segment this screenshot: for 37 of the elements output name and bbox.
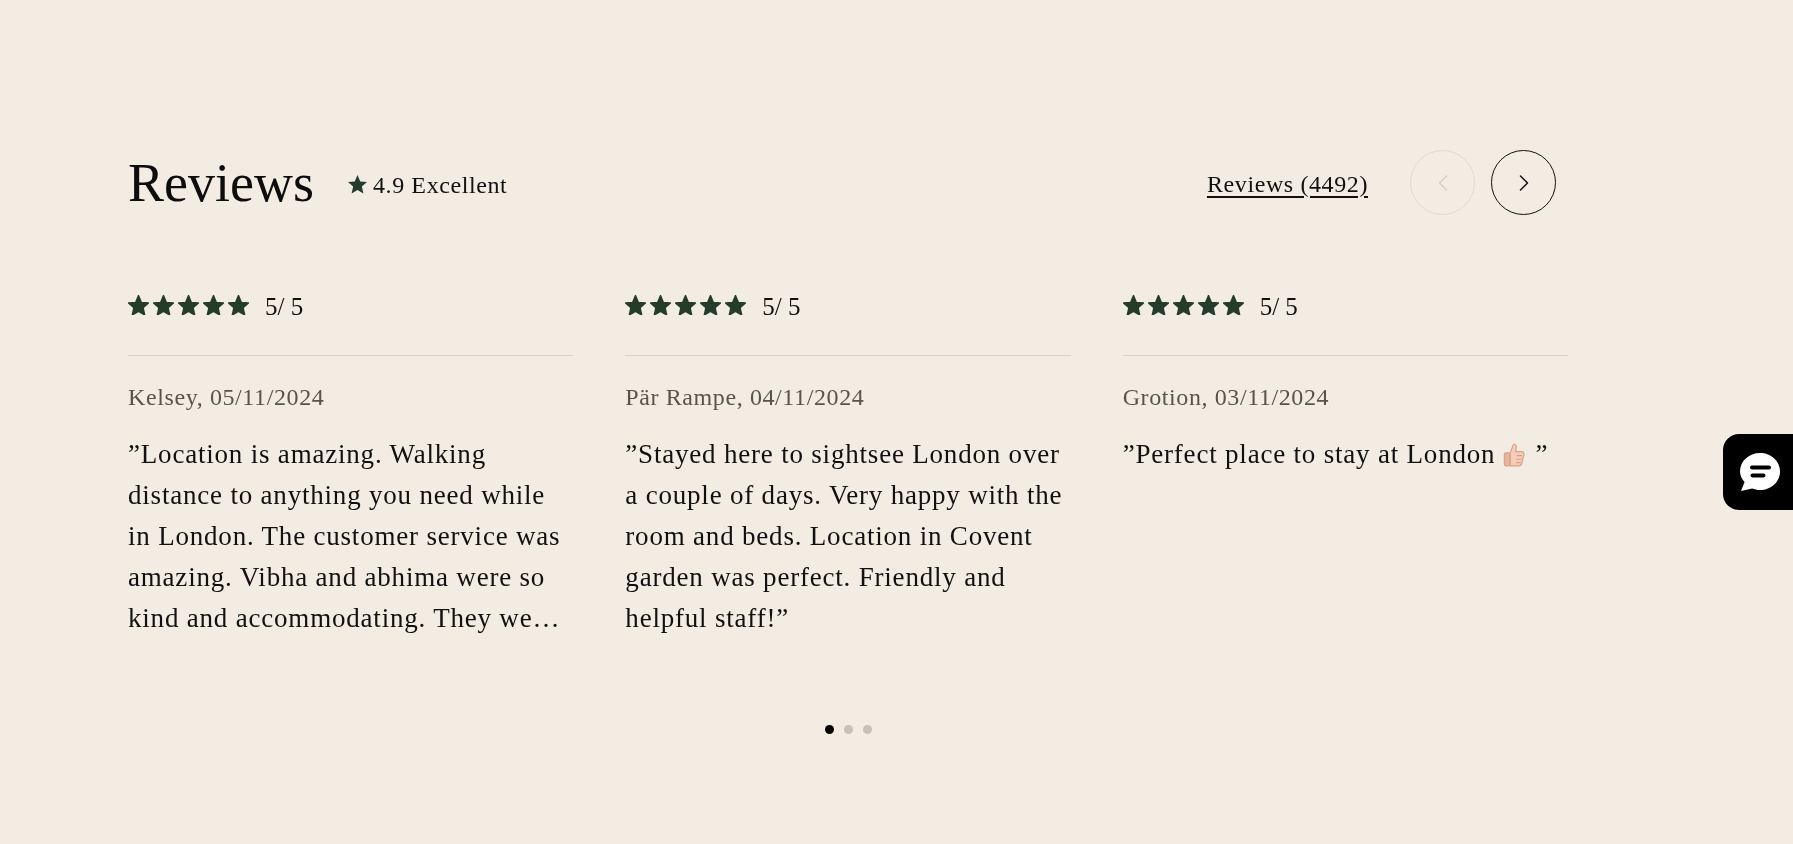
review-text: ”Location is amazing. Walking distance to anything you need while in London. The customer service was amazing. Vibha and abhima were so kind and accommodating. They we… <box>128 439 561 633</box>
star-icon <box>725 294 747 316</box>
star-icon <box>347 175 367 194</box>
rating-score: 5/ 5 <box>265 294 304 320</box>
star-icon <box>1222 294 1244 316</box>
star-icon <box>1197 294 1219 316</box>
star-icon <box>228 294 249 316</box>
star-icon <box>675 294 697 316</box>
all-reviews-link[interactable]: Reviews (4492) <box>1206 168 1368 199</box>
page-indicator-dot[interactable] <box>862 725 872 734</box>
rating-score: 5/ 5 <box>1259 294 1298 320</box>
chat-button[interactable] <box>1723 434 1793 510</box>
reviewer-name-date: Grotion, 03/11/2024 <box>1122 383 1331 412</box>
rating-summary: 4.9 Excellent <box>372 170 508 200</box>
star-icon <box>625 294 647 316</box>
star-icon <box>203 294 224 316</box>
reviewer-name-date: Pär Rampe, 04/11/2024 <box>625 383 866 412</box>
page-indicator-dot[interactable] <box>824 725 834 734</box>
chat-bubble-icon <box>1739 452 1781 492</box>
review-text: ”Stayed here to sightsee London over a couple of days. Very happy with the room and beds. Location in Covent garden was perfect. Friendly and helpful staff!” <box>625 439 1063 633</box>
star-icon <box>700 294 722 316</box>
section-title: Reviews <box>128 151 314 214</box>
rating-score: 5/ 5 <box>762 294 801 320</box>
reviewer-name-date: Kelsey, 05/11/2024 <box>128 383 326 412</box>
star-icon <box>1122 294 1144 316</box>
review-text: ” <box>1535 439 1549 469</box>
star-icon <box>178 294 199 316</box>
page-indicator-dot[interactable] <box>843 725 853 734</box>
star-icon <box>1172 294 1194 316</box>
star-icon <box>650 294 672 316</box>
star-icon <box>1147 294 1169 316</box>
star-icon <box>153 294 174 316</box>
thumbs-up-icon <box>1503 442 1526 467</box>
star-icon <box>128 294 149 316</box>
review-text: ”Perfect place to stay at London <box>1122 439 1496 469</box>
chevron-right-icon <box>1518 174 1529 191</box>
chevron-left-icon <box>1437 174 1448 191</box>
